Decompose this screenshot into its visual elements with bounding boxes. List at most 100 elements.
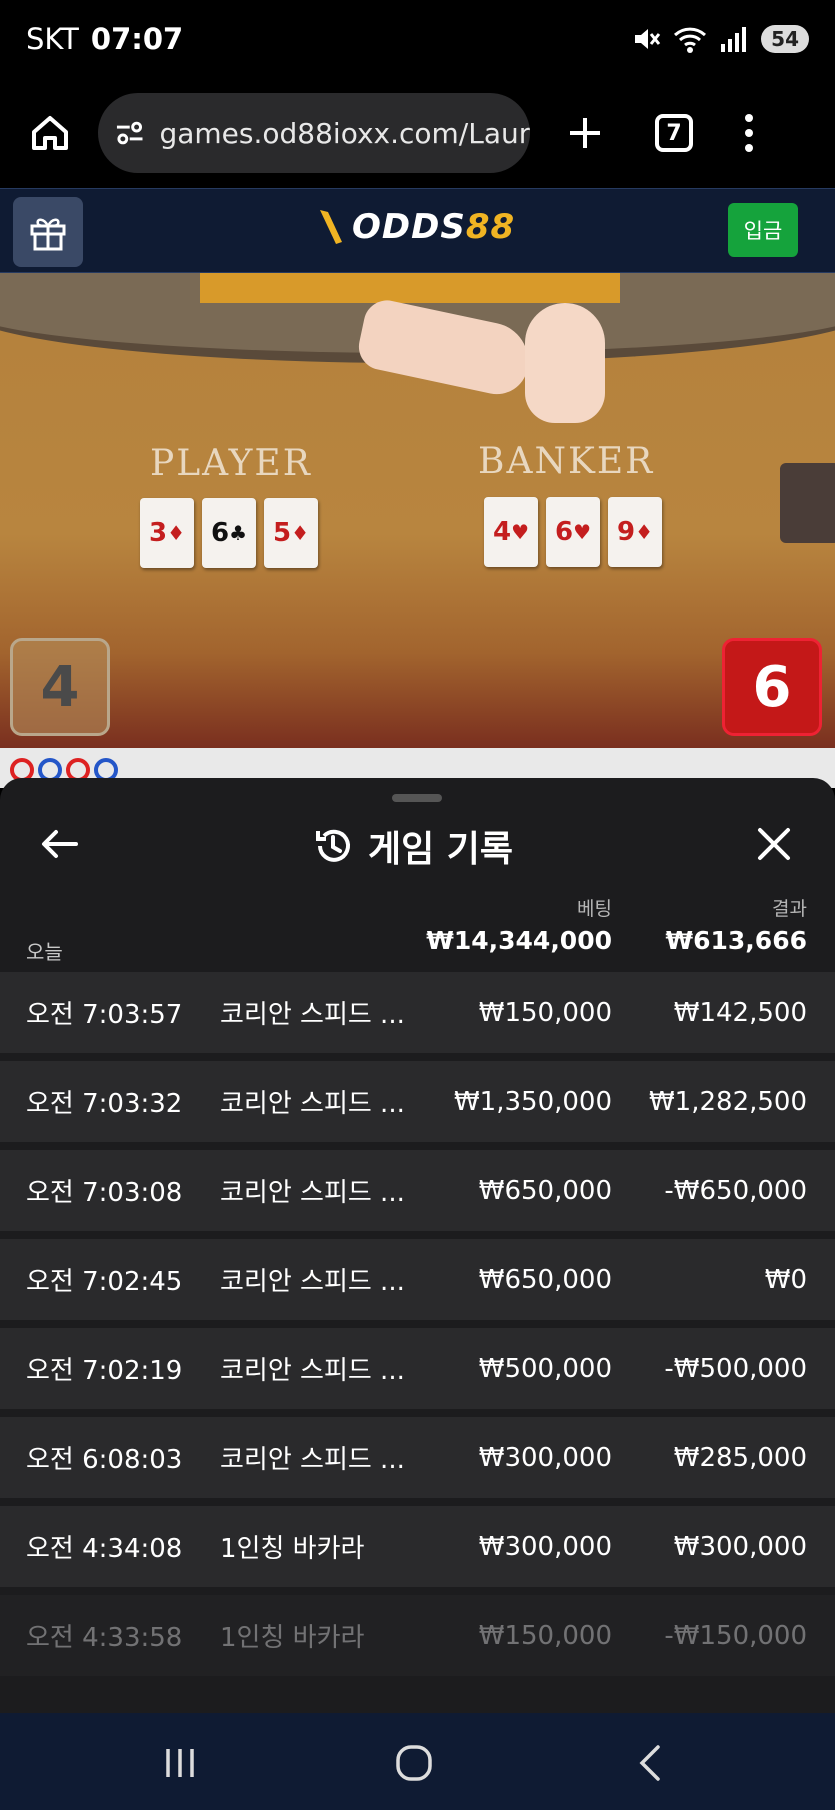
home-circle-icon [396, 1745, 432, 1781]
history-row[interactable]: 오전 7:02:19 코리안 스피드 ... ₩500,000 -₩500,000 [0, 1328, 835, 1409]
row-bet-amount: ₩300,000 [478, 1531, 612, 1562]
player-score: 4 [10, 638, 110, 736]
arrow-left-icon [42, 830, 78, 858]
close-button[interactable] [752, 822, 796, 866]
bet-column-header: 베팅 [577, 898, 612, 920]
recent-apps-button[interactable] [158, 1741, 202, 1785]
row-bet-amount: ₩150,000 [478, 997, 612, 1028]
tab-switcher-button[interactable]: 7 [655, 114, 693, 152]
status-icons: 54 [631, 24, 809, 54]
row-game-name: 1인칭 바카라 [220, 1534, 365, 1564]
row-bet-amount: ₩1,350,000 [453, 1086, 612, 1117]
row-game-name: 코리안 스피드 ... [220, 1089, 405, 1119]
card-suit: ♥ [573, 520, 592, 544]
home-button[interactable] [20, 103, 80, 163]
today-label: 오늘 [26, 940, 63, 964]
gift-icon [30, 218, 66, 251]
logo-mark-icon [320, 210, 342, 244]
carrier-name: SKT [26, 22, 79, 56]
site-settings-icon [116, 121, 143, 145]
sheet-title-text: 게임 기록 [368, 829, 514, 870]
row-result-amount: ₩1,282,500 [648, 1086, 807, 1117]
history-row[interactable]: 오전 7:02:45 코리안 스피드 ... ₩650,000 ₩0 [0, 1239, 835, 1320]
banker-card: 4 ♥ [484, 497, 538, 567]
total-result-amount: ₩613,666 [665, 926, 807, 955]
history-row[interactable]: 오전 7:03:32 코리안 스피드 ... ₩1,350,000 ₩1,282,50… [0, 1061, 835, 1142]
row-time: 오전 7:03:57 [26, 1000, 183, 1030]
row-result-amount: ₩285,000 [673, 1442, 807, 1473]
card-shoe [780, 463, 835, 543]
history-list: 오전 7:03:57 코리안 스피드 ... ₩150,000 ₩142,500 오전 … [0, 972, 835, 1684]
row-bet-amount: ₩650,000 [478, 1264, 612, 1295]
card-suit: ♦ [167, 521, 186, 545]
banker-card: 9 ♦ [608, 497, 662, 567]
deposit-button[interactable]: 입금 [728, 203, 798, 257]
logo-text-accent: 88 [465, 207, 516, 247]
row-game-name: 1인칭 바카라 [220, 1623, 365, 1653]
recent-apps-icon [166, 1749, 194, 1777]
card-suit: ♦ [291, 521, 310, 545]
close-icon [758, 828, 790, 860]
row-game-name: 코리안 스피드 ... [220, 1267, 405, 1297]
history-row[interactable]: 오전 6:08:03 코리안 스피드 ... ₩300,000 ₩285,000 [0, 1417, 835, 1498]
history-row[interactable]: 오전 7:03:57 코리안 스피드 ... ₩150,000 ₩142,500 [0, 972, 835, 1053]
wifi-icon [674, 27, 707, 53]
more-dot-icon [745, 144, 753, 152]
site-logo[interactable]: ODDS88 [316, 207, 515, 247]
dealer-hand-right [525, 303, 605, 423]
row-bet-amount: ₩150,000 [478, 1620, 612, 1651]
signal-icon [721, 27, 747, 52]
history-icon [316, 829, 350, 862]
row-bet-amount: ₩500,000 [478, 1353, 612, 1384]
player-card: 6 ♣ [202, 498, 256, 568]
row-result-amount: ₩0 [764, 1264, 807, 1295]
card-rank: 9 [616, 517, 636, 547]
row-time: 오전 4:33:58 [26, 1623, 183, 1653]
card-rank: 3 [148, 518, 168, 548]
new-tab-button[interactable] [560, 108, 610, 158]
row-result-amount: -₩500,000 [664, 1353, 807, 1384]
system-nav-bar [0, 1713, 835, 1810]
row-result-amount: ₩142,500 [673, 997, 807, 1028]
card-rank: 5 [272, 518, 292, 548]
home-icon [32, 116, 68, 150]
row-game-name: 코리안 스피드 ... [220, 1356, 405, 1386]
battery-indicator: 54 [761, 25, 809, 53]
banker-label: BANKER [478, 441, 655, 482]
player-card: 3 ♦ [140, 498, 194, 568]
history-row[interactable]: 오전 4:34:08 1인칭 바카라 ₩300,000 ₩300,000 [0, 1506, 835, 1587]
more-menu-button[interactable] [745, 114, 753, 152]
mute-icon [635, 29, 661, 49]
card-suit: ♦ [635, 520, 654, 544]
history-row[interactable]: 오전 7:03:08 코리안 스피드 ... ₩650,000 -₩650,000 [0, 1150, 835, 1231]
row-result-amount: -₩150,000 [664, 1620, 807, 1651]
dealer-shirt [200, 273, 620, 303]
address-bar[interactable]: games.od88ioxx.com/Laun [98, 93, 530, 173]
row-time: 오전 7:02:19 [26, 1356, 183, 1386]
row-time: 오전 4:34:08 [26, 1534, 183, 1564]
player-label: PLAYER [150, 443, 312, 484]
history-row[interactable]: 오전 4:33:58 1인칭 바카라 ₩150,000 -₩150,000 [0, 1595, 835, 1676]
banker-score: 6 [722, 638, 822, 736]
banker-card: 6 ♥ [546, 497, 600, 567]
row-bet-amount: ₩300,000 [478, 1442, 612, 1473]
player-card: 5 ♦ [264, 498, 318, 568]
sheet-grabber-handle[interactable] [392, 794, 442, 802]
row-result-amount: ₩300,000 [673, 1531, 807, 1562]
gift-button[interactable] [13, 197, 83, 267]
live-game-video[interactable]: PLAYER BANKER 3 ♦ 6 ♣ 5 ♦ 4 ♥ 6 ♥ 9 ♦ 4 6 [0, 273, 835, 748]
plus-icon [570, 118, 600, 148]
more-dot-icon [745, 129, 753, 137]
row-game-name: 코리안 스피드 ... [220, 1000, 405, 1030]
logo-text-main: ODDS [352, 207, 466, 247]
back-button[interactable] [38, 822, 82, 866]
status-clock: 07:07 [90, 22, 184, 56]
row-time: 오전 7:02:45 [26, 1267, 183, 1297]
total-bet-amount: ₩14,344,000 [426, 926, 612, 955]
home-nav-button[interactable] [392, 1741, 436, 1785]
card-suit: ♥ [511, 520, 530, 544]
more-dot-icon [745, 114, 753, 122]
back-nav-button[interactable] [628, 1741, 672, 1785]
row-game-name: 코리안 스피드 ... [220, 1178, 405, 1208]
url-text: games.od88ioxx.com/Laun [159, 116, 530, 150]
